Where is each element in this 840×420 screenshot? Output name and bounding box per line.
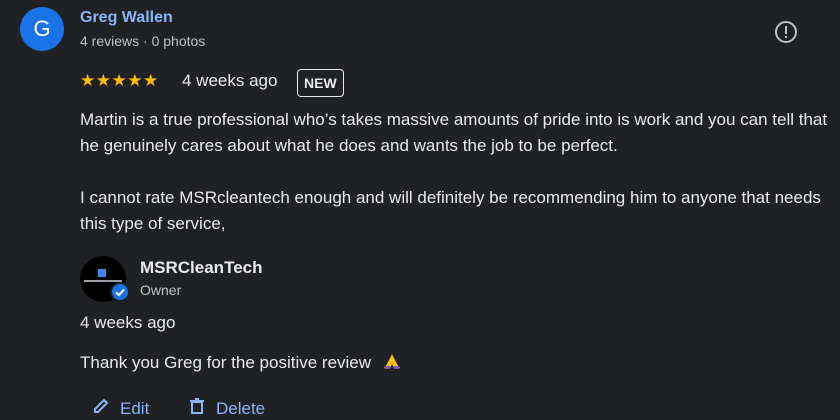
edit-label: Edit: [120, 398, 150, 418]
star-rating: ★★★★★: [80, 71, 159, 90]
delete-label: Delete: [216, 398, 266, 418]
review-paragraph: Martin is a true professional who’s take…: [80, 110, 828, 155]
owner-role: Owner: [140, 282, 182, 298]
reviewer-meta: 4 reviews · 0 photos: [80, 33, 206, 49]
reply-time: 4 weeks ago: [80, 313, 176, 332]
folded-hands-emoji: [382, 352, 402, 375]
reply-text: Thank you Greg for the positive review: [80, 352, 372, 372]
review-text: Martin is a true professional who’s take…: [80, 107, 830, 237]
owner-logo-mark: [98, 269, 106, 277]
review-time: 4 weeks ago: [182, 71, 278, 90]
reply-text-container: Thank you Greg for the positive review: [80, 352, 402, 375]
report-flag-icon[interactable]: [773, 19, 799, 45]
reviewer-avatar[interactable]: G: [20, 7, 64, 51]
verified-badge-icon: [110, 282, 130, 302]
owner-name: MSRCleanTech: [140, 258, 263, 277]
review-paragraph: I cannot rate MSRcleantech enough and wi…: [80, 188, 821, 233]
reviewer-name[interactable]: Greg Wallen: [80, 9, 173, 27]
owner-avatar[interactable]: [80, 256, 130, 302]
new-badge: NEW: [297, 69, 344, 97]
